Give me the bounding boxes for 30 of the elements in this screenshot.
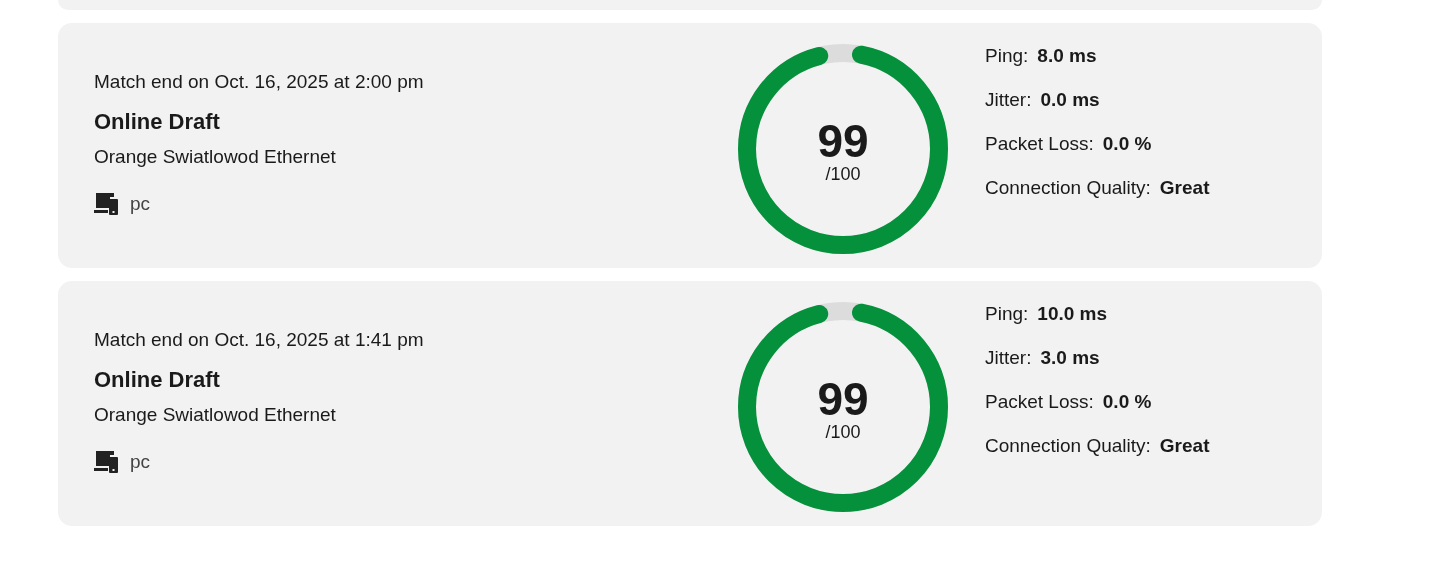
platform-label: pc <box>130 193 151 215</box>
platform-label: pc <box>130 451 151 473</box>
score-value: 99 <box>817 118 869 164</box>
stat-label: Ping: <box>985 303 1029 325</box>
stat-label: Connection Quality: <box>985 435 1151 457</box>
stat-value: Great <box>1159 435 1210 457</box>
score-max: /100 <box>825 422 861 442</box>
stat-label: Packet Loss: <box>985 391 1094 413</box>
stat-value: 0.0 % <box>1102 133 1152 155</box>
score-max: /100 <box>825 164 861 184</box>
stat-value: 0.0 % <box>1102 391 1152 413</box>
match-mode: Online Draft <box>94 109 220 135</box>
match-end-date: Match end on Oct. 16, 2025 at 1:41 pm <box>94 329 424 351</box>
stat-value: Great <box>1159 177 1210 199</box>
match-end-date: Match end on Oct. 16, 2025 at 2:00 pm <box>94 71 424 93</box>
match-mode: Online Draft <box>94 367 220 393</box>
score-value: 99 <box>817 376 869 422</box>
stat-label: Jitter: <box>985 89 1032 111</box>
stat-value: 8.0 ms <box>1037 45 1097 67</box>
stat-value: 3.0 ms <box>1040 347 1100 369</box>
devices-icon <box>94 451 120 473</box>
stat-label: Ping: <box>985 45 1029 67</box>
stat-value: 0.0 ms <box>1040 89 1100 111</box>
devices-icon <box>94 193 120 215</box>
network-name: Orange Swiatlowod Ethernet <box>94 146 336 168</box>
network-name: Orange Swiatlowod Ethernet <box>94 404 336 426</box>
stat-value: 10.0 ms <box>1037 303 1108 325</box>
stat-label: Jitter: <box>985 347 1032 369</box>
stat-label: Packet Loss: <box>985 133 1094 155</box>
stat-label: Connection Quality: <box>985 177 1151 199</box>
